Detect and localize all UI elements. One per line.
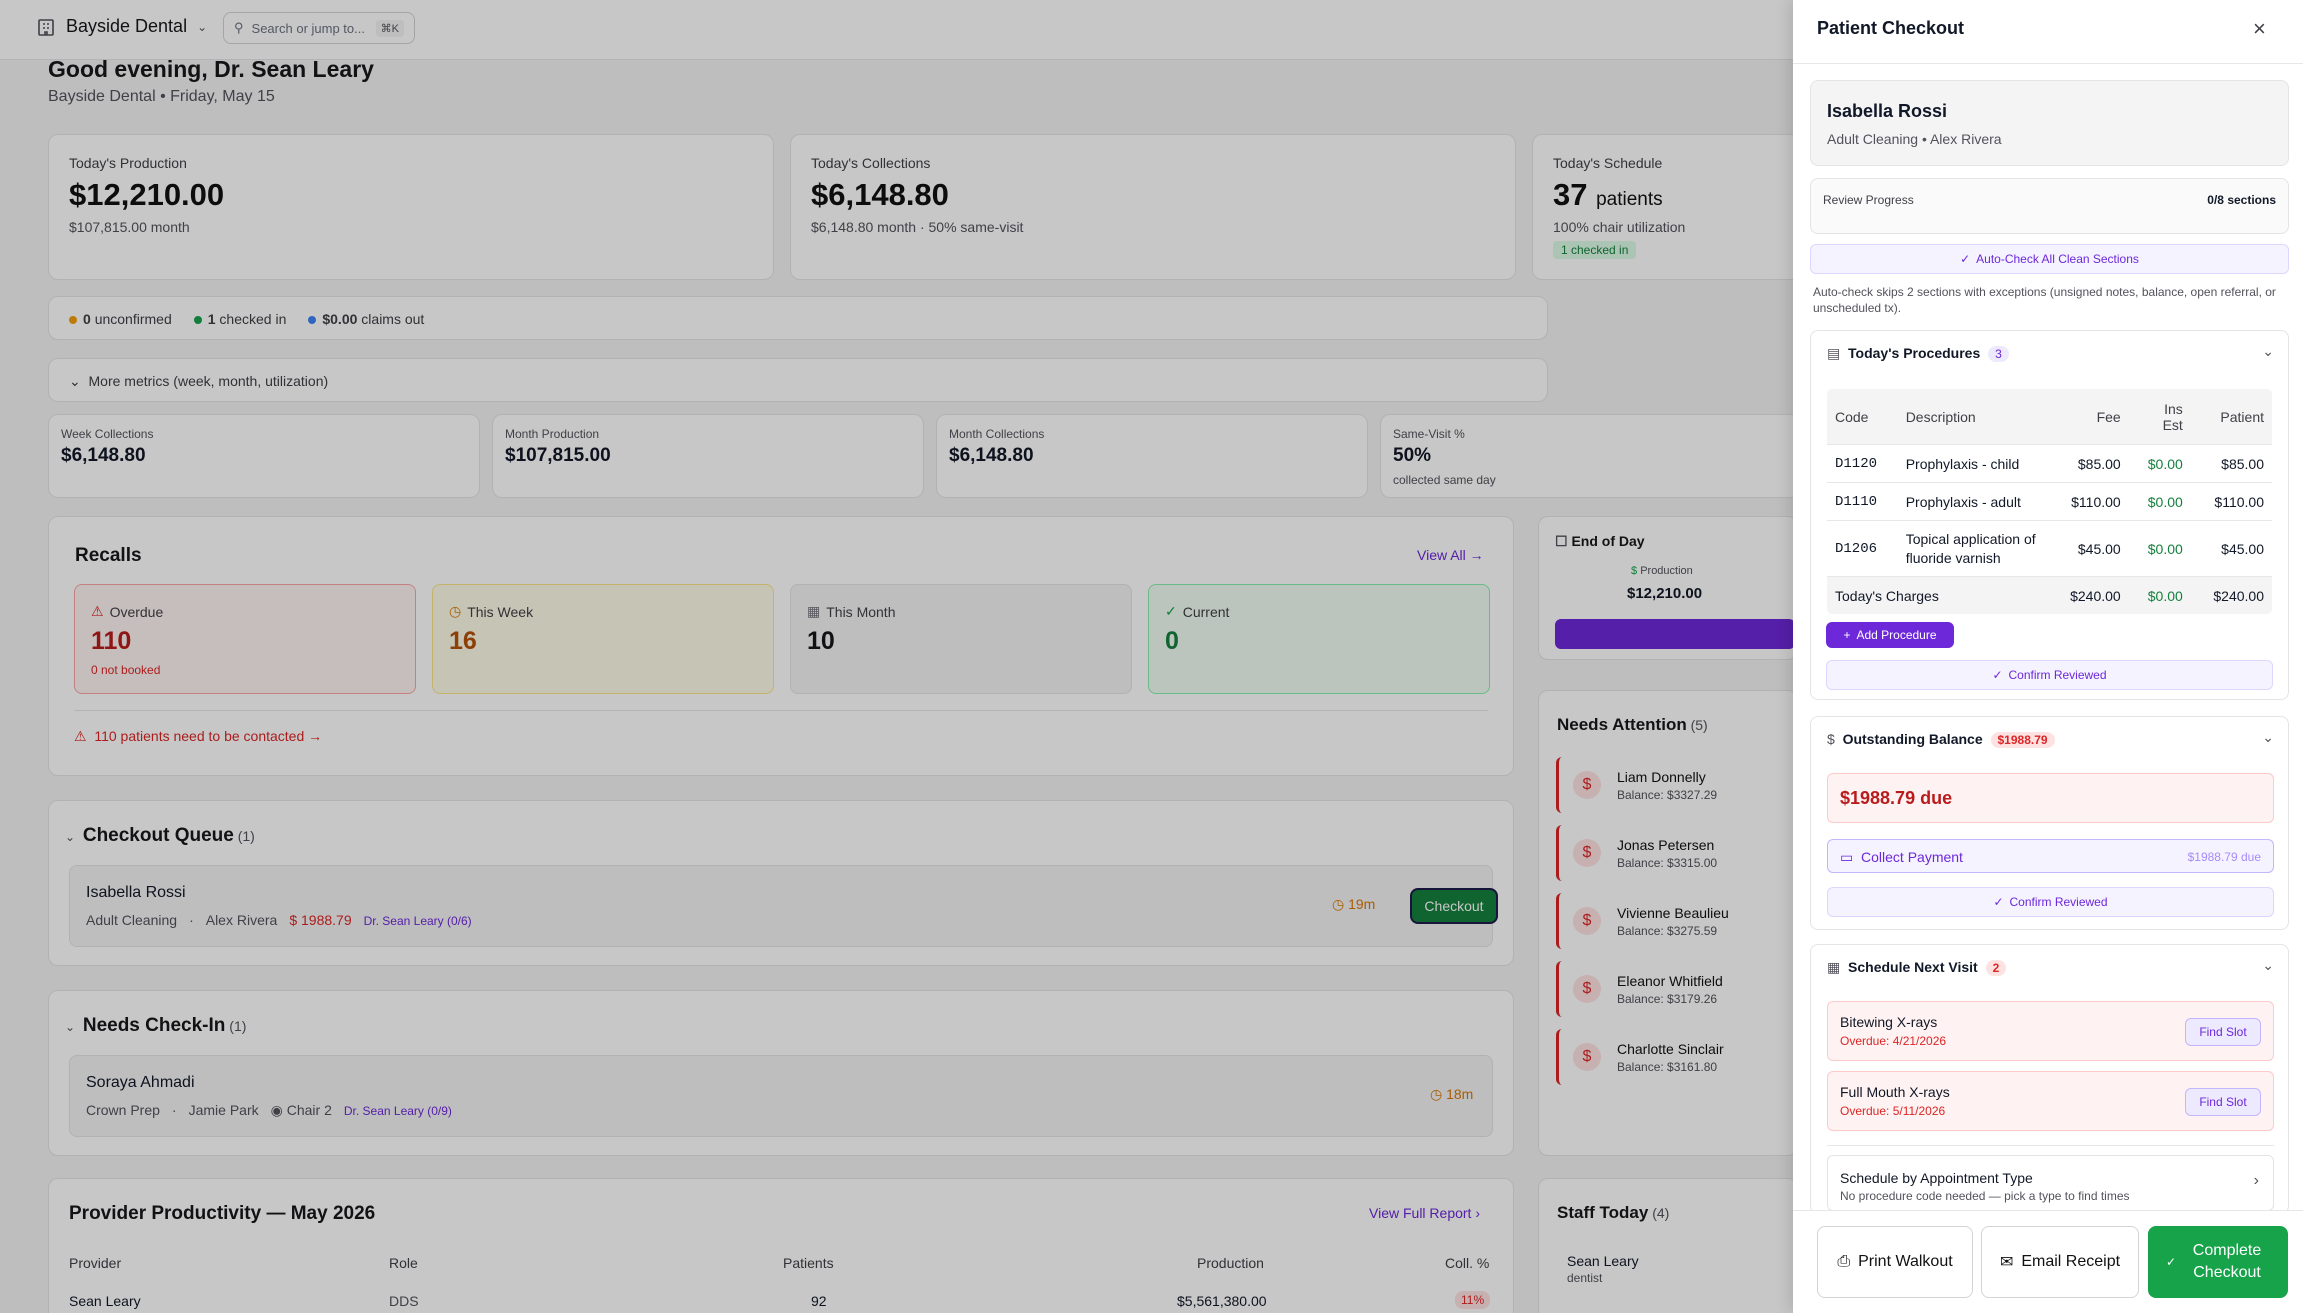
- total-row: Today's Charges $240.00 $0.00 $240.00: [1827, 576, 2272, 614]
- schedule-by-type-button[interactable]: Schedule by Appointment Type No procedur…: [1827, 1155, 2274, 1211]
- schedule-item: Full Mouth X-rays Overdue: 5/11/2026 Fin…: [1827, 1071, 2274, 1131]
- button-label: Email Receipt: [2021, 1253, 2121, 1270]
- col-header: Patient: [2190, 389, 2272, 445]
- schedule-item-name: Bitewing X-rays: [1840, 1014, 1938, 1030]
- patient-checkout-panel: Patient Checkout × Isabella Rossi Adult …: [1793, 0, 2303, 1313]
- cell-code: D1206: [1827, 520, 1898, 577]
- calendar-icon: ▦: [1827, 959, 1841, 975]
- printer-icon: ⎙: [1837, 1253, 1851, 1270]
- chevron-down-icon[interactable]: ⌄: [2262, 343, 2274, 360]
- find-slot-button[interactable]: Find Slot: [2185, 1018, 2261, 1046]
- button-label: Complete Checkout: [2192, 1242, 2262, 1281]
- total-fee: $240.00: [2047, 576, 2129, 614]
- cell-patient: $110.00: [2190, 482, 2272, 521]
- col-header: Description: [1897, 389, 2048, 445]
- balance-due: $1988.79 due: [1840, 788, 1953, 808]
- review-progress: Review Progress 0/8 sections: [1810, 178, 2289, 234]
- cell-fee: $45.00: [2047, 520, 2129, 577]
- progress-label: Review Progress: [1823, 193, 1914, 207]
- plus-icon: +: [1843, 628, 1851, 642]
- print-walkout-button[interactable]: ⎙ Print Walkout: [1817, 1226, 1973, 1298]
- check-icon: ✓: [1992, 668, 2003, 682]
- button-label: Confirm Reviewed: [2009, 895, 2108, 909]
- modal-backdrop[interactable]: [0, 0, 1793, 1313]
- button-label: Add Procedure: [1856, 628, 1937, 642]
- count-badge: 3: [1988, 346, 2009, 362]
- schedule-item: Bitewing X-rays Overdue: 4/21/2026 Find …: [1827, 1001, 2274, 1061]
- patient-name: Isabella Rossi: [1827, 101, 1948, 121]
- col-header: Fee: [2047, 389, 2129, 445]
- cell-fee: $85.00: [2047, 444, 2129, 483]
- section-title: Outstanding Balance: [1842, 731, 1983, 747]
- confirm-reviewed-button[interactable]: ✓ Confirm Reviewed: [1827, 887, 2274, 917]
- patient-sub: Adult Cleaning • Alex Rivera: [1827, 131, 2002, 147]
- col-header-line: Est: [2162, 416, 2183, 433]
- cell-desc: Topical application of fluoride varnish: [1897, 520, 2048, 577]
- balance-due-box: $1988.79 due: [1827, 773, 2274, 823]
- total-ins: $0.00: [2128, 576, 2191, 614]
- button-label: Print Walkout: [1858, 1253, 1953, 1270]
- table-row: D1110 Prophylaxis - adult $110.00 $0.00 $110…: [1827, 482, 2272, 521]
- cell-ins: $0.00: [2128, 520, 2191, 577]
- chevron-down-icon[interactable]: ⌄: [2262, 957, 2274, 974]
- button-sub: No procedure code needed — pick a type t…: [1840, 1189, 2130, 1203]
- mail-icon: ✉: [1999, 1254, 2014, 1271]
- patient-summary: Isabella Rossi Adult Cleaning • Alex Riv…: [1810, 80, 2289, 166]
- col-header: Code: [1827, 389, 1898, 445]
- button-label: Auto-Check All Clean Sections: [1976, 252, 2139, 266]
- cell-patient: $45.00: [2190, 520, 2272, 577]
- chevron-right-icon: ›: [2253, 1172, 2259, 1189]
- email-receipt-button[interactable]: ✉ Email Receipt: [1981, 1226, 2139, 1298]
- button-label: Schedule by Appointment Type: [1840, 1170, 2033, 1186]
- cell-ins: $0.00: [2128, 444, 2191, 483]
- check-icon: ✓: [1960, 252, 1971, 266]
- button-label: Collect Payment: [1861, 849, 1963, 865]
- section-title: Today's Procedures: [1848, 345, 1981, 361]
- balance-section: $ Outstanding Balance $1988.79 ⌄ $1988.7…: [1810, 716, 2289, 930]
- cell-fee: $110.00: [2047, 482, 2129, 521]
- check-icon: ✓: [1993, 895, 2004, 909]
- cell-desc: Prophylaxis - child: [1897, 444, 2048, 483]
- dollar-icon: $: [1827, 731, 1835, 747]
- check-icon: ✓: [2165, 1255, 2177, 1269]
- divider: [1827, 1145, 2274, 1146]
- schedule-item-overdue: Overdue: 4/21/2026: [1840, 1034, 1947, 1048]
- table-row: D1206 Topical application of fluoride var…: [1827, 520, 2272, 577]
- schedule-item-name: Full Mouth X-rays: [1840, 1084, 1950, 1100]
- clipboard-icon: ▤: [1827, 345, 1841, 361]
- close-icon[interactable]: ×: [2253, 16, 2266, 42]
- button-label: Confirm Reviewed: [2008, 668, 2107, 682]
- autocheck-note: Auto-check skips 2 sections with excepti…: [1813, 285, 2276, 315]
- schedule-section: ▦ Schedule Next Visit 2 ⌄ Bitewing X-ray…: [1810, 944, 2289, 1214]
- find-slot-button[interactable]: Find Slot: [2185, 1088, 2261, 1116]
- confirm-reviewed-button[interactable]: ✓ Confirm Reviewed: [1826, 660, 2273, 690]
- cell-ins: $0.00: [2128, 482, 2191, 521]
- cell-patient: $85.00: [2190, 444, 2272, 483]
- collect-payment-button[interactable]: ▭ Collect Payment $1988.79 due: [1827, 839, 2274, 873]
- table-row: D1120 Prophylaxis - child $85.00 $0.00 $85.0…: [1827, 444, 2272, 483]
- cell-code: D1120: [1827, 444, 1898, 483]
- add-procedure-button[interactable]: + Add Procedure: [1826, 622, 1954, 648]
- total-label: Today's Charges: [1827, 576, 2048, 614]
- total-patient: $240.00: [2190, 576, 2272, 614]
- col-header-line: Ins: [2164, 400, 2183, 417]
- schedule-item-overdue: Overdue: 5/11/2026: [1840, 1104, 1946, 1118]
- collect-due: $1988.79 due: [2187, 850, 2261, 864]
- cell-desc: Prophylaxis - adult: [1897, 482, 2048, 521]
- col-header: Ins Est: [2128, 389, 2191, 445]
- complete-checkout-button[interactable]: ✓ Complete Checkout: [2148, 1226, 2288, 1298]
- panel-header: Patient Checkout ×: [1793, 0, 2303, 64]
- section-title: Schedule Next Visit: [1848, 959, 1978, 975]
- chevron-down-icon[interactable]: ⌄: [2262, 729, 2274, 746]
- procedures-table: Code Description Fee Ins Est Patient D112…: [1826, 388, 2273, 615]
- panel-title: Patient Checkout: [1817, 18, 1965, 38]
- progress-value: 0/8 sections: [2207, 193, 2276, 207]
- count-badge: 2: [1985, 960, 2007, 976]
- cell-code: D1110: [1827, 482, 1898, 521]
- auto-check-button[interactable]: ✓ Auto-Check All Clean Sections: [1810, 244, 2289, 274]
- balance-badge: $1988.79: [1990, 732, 2055, 748]
- credit-card-icon: ▭: [1840, 849, 1854, 865]
